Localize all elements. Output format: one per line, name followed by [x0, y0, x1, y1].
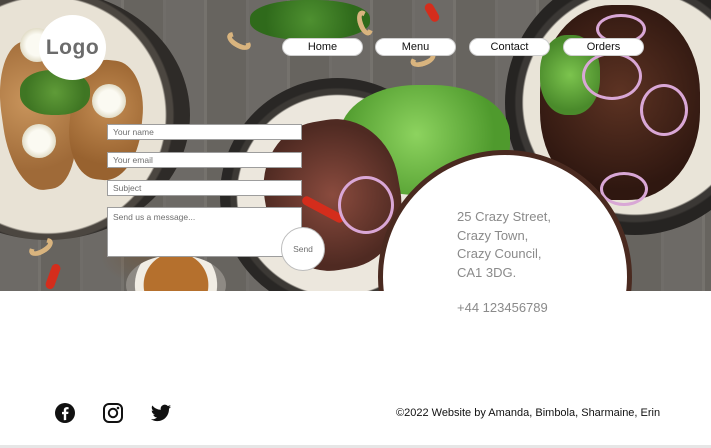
copyright-text: ©2022 Website by Amanda, Bimbola, Sharma…: [396, 407, 661, 419]
onion-ring: [640, 84, 688, 136]
address-line: Crazy Council,: [457, 246, 542, 261]
onion-ring: [582, 52, 642, 100]
chili-pepper: [423, 1, 441, 24]
facebook-icon[interactable]: [54, 402, 76, 424]
cashew-nut: [224, 28, 254, 54]
email-input[interactable]: Your email: [107, 152, 302, 168]
address-block: 25 Crazy Street, Crazy Town, Crazy Counc…: [457, 208, 551, 282]
subject-input[interactable]: Subject: [107, 180, 302, 196]
nav-menu-button[interactable]: Menu: [375, 38, 456, 56]
logo[interactable]: Logo: [39, 15, 106, 80]
garlic-clove: [22, 124, 56, 158]
twitter-icon[interactable]: [150, 402, 172, 424]
address-line: Crazy Town,: [457, 227, 529, 243]
nav-home-button[interactable]: Home: [282, 38, 363, 56]
chili-pepper: [44, 262, 62, 291]
garlic-clove: [92, 84, 126, 118]
onion-ring: [338, 176, 394, 234]
phone-number: +44 123456789: [457, 300, 548, 315]
address-line: 25 Crazy Street,: [457, 209, 551, 224]
herb-garnish: [250, 0, 370, 40]
message-textarea[interactable]: Send us a message...: [107, 207, 302, 257]
send-button[interactable]: Send: [281, 227, 325, 271]
instagram-icon[interactable]: [102, 402, 124, 424]
name-input[interactable]: Your name: [107, 124, 302, 140]
sauce-bowl: [126, 255, 226, 291]
nav-orders-button[interactable]: Orders: [563, 38, 644, 56]
address-line: CA1 3DG.: [457, 264, 517, 280]
nav-contact-button[interactable]: Contact: [469, 38, 550, 56]
lower-section: [0, 291, 711, 448]
